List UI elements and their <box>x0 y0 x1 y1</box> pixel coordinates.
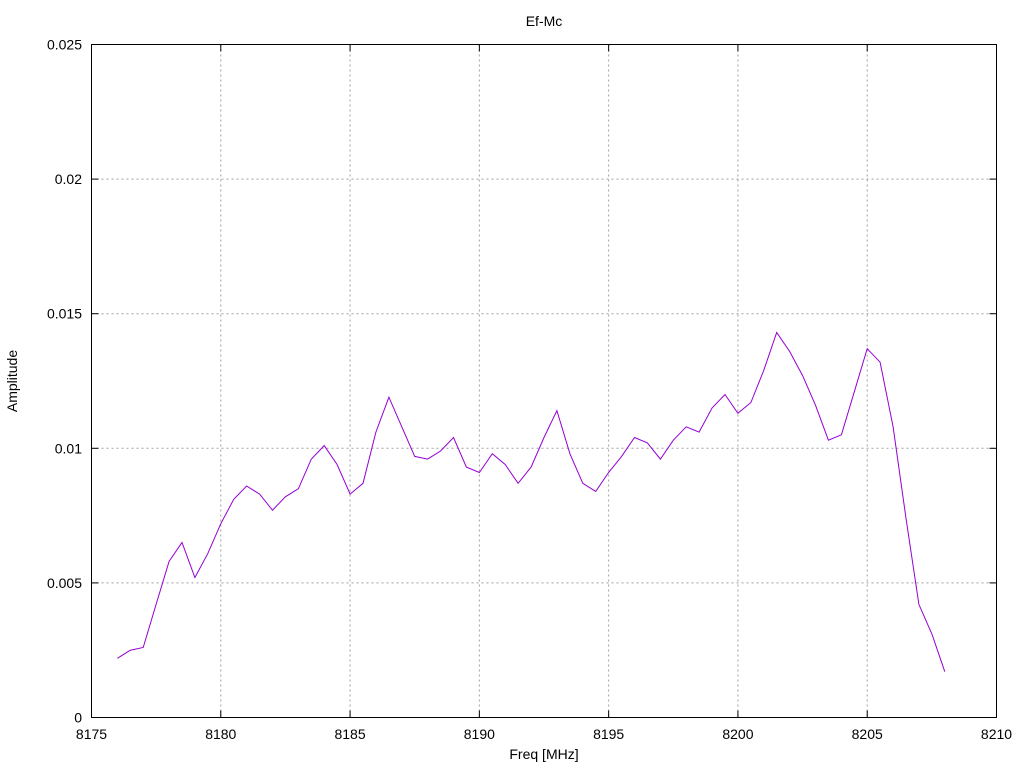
x-axis-title: Freq [MHz] <box>509 746 578 762</box>
x-tick-label: 8185 <box>334 726 365 742</box>
y-tick-label: 0.01 <box>55 440 82 456</box>
y-axis-title: Amplitude <box>4 350 20 412</box>
chart-title: Ef-Mc <box>526 13 563 29</box>
y-tick-label: 0.005 <box>47 575 82 591</box>
x-tick-label: 8175 <box>76 726 107 742</box>
y-tick-label: 0 <box>74 710 82 726</box>
x-tick-label: 8205 <box>852 726 883 742</box>
x-tick-label: 8195 <box>593 726 624 742</box>
y-tick-label: 0.02 <box>55 171 82 187</box>
x-tick-label: 8200 <box>722 726 753 742</box>
y-tick-label: 0.015 <box>47 306 82 322</box>
plot-background <box>91 44 997 718</box>
x-tick-label: 8210 <box>981 726 1012 742</box>
y-tick-label: 0.025 <box>47 37 82 53</box>
chart-svg: 8175 8180 8185 8190 8195 8200 8205 8210 0 0.005 0.… <box>4 13 1012 762</box>
x-tick-label: 8190 <box>464 726 495 742</box>
x-tick-label: 8180 <box>205 726 236 742</box>
chart: 8175 8180 8185 8190 8195 8200 8205 8210 0 0.005 0.… <box>0 0 1024 768</box>
